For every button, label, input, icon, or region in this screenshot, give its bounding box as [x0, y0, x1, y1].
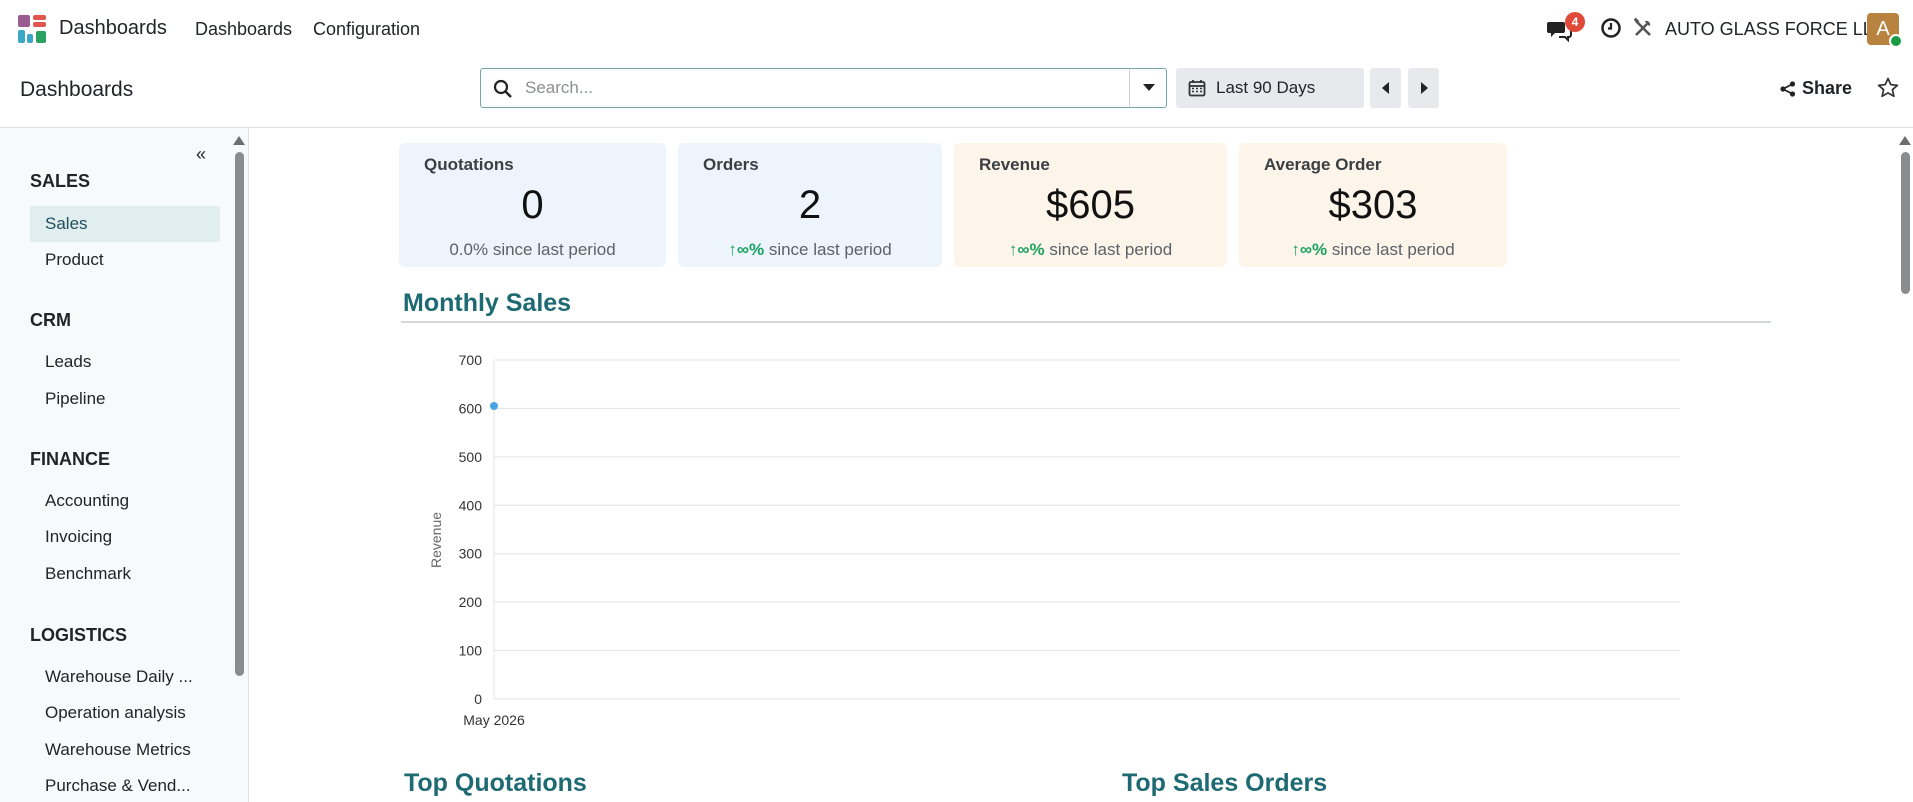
next-period-button[interactable]: [1408, 68, 1439, 108]
search-options-toggle[interactable]: [1129, 69, 1167, 107]
sidebar-item-invoicing[interactable]: Invoicing: [30, 519, 220, 555]
sidebar-item-benchmark[interactable]: Benchmark: [30, 556, 220, 592]
y-tick-label: 600: [459, 400, 483, 416]
date-filter-label: Last 90 Days: [1216, 78, 1316, 97]
y-axis-ticks: 0 100 200 300 400 500 600 700: [459, 352, 483, 707]
scrollbar-thumb[interactable]: [235, 152, 244, 676]
kpi-trend: 0.0%: [449, 240, 489, 259]
y-tick-label: 500: [459, 449, 483, 465]
y-tick-label: 0: [474, 691, 482, 707]
kpi-card-quotations[interactable]: Quotations 0 0.0% since last period: [399, 143, 666, 267]
kpi-value: 2: [798, 183, 822, 227]
x-tick-label: May 2026: [463, 712, 525, 728]
kpi-title: Average Order: [1264, 155, 1382, 174]
sidebar-item-warehouse-daily[interactable]: Warehouse Daily ...: [30, 659, 220, 695]
menu-configuration[interactable]: Configuration: [313, 19, 420, 40]
previous-period-button[interactable]: [1370, 68, 1401, 108]
scrollbar-thumb[interactable]: [1901, 152, 1910, 294]
search-icon: [493, 79, 512, 98]
y-tick-label: 100: [459, 643, 483, 659]
arrow-up-icon: ↑: [1291, 240, 1300, 259]
x-axis-ticks: May 2026: [463, 712, 525, 728]
chart-grid: [493, 359, 1680, 700]
y-tick-label: 200: [459, 594, 483, 610]
share-label: Share: [1802, 78, 1853, 98]
sidebar-item-pipeline[interactable]: Pipeline: [30, 381, 220, 417]
sidebar-item-operation-analysis[interactable]: Operation analysis: [30, 695, 220, 731]
arrow-up-icon: ↑: [728, 240, 737, 259]
favorite-star-icon[interactable]: [1876, 76, 1900, 100]
tools-icon[interactable]: [1632, 17, 1654, 39]
breadcrumb: Dashboards: [20, 78, 134, 101]
company-switcher[interactable]: AUTO GLASS FORCE LLC: [1665, 19, 1886, 40]
top-navbar: Dashboards Dashboards Configuration 4 AU…: [0, 0, 1913, 58]
kpi-card-orders[interactable]: Orders 2 ↑∞% since last period: [678, 143, 942, 267]
dashboard-content: Quotations 0 0.0% since last period Orde…: [250, 128, 1913, 802]
caret-right-icon: [1420, 82, 1428, 94]
sidebar: « SALES Sales Product CRM Leads Pipeline…: [0, 128, 249, 802]
sidebar-item-sales[interactable]: Sales: [30, 206, 220, 242]
sidebar-item-warehouse-metrics[interactable]: Warehouse Metrics: [30, 732, 220, 768]
control-panel: Dashboards Last 90 Days Share: [0, 58, 1913, 128]
kpi-title: Orders: [703, 155, 759, 174]
caret-down-icon: [1142, 84, 1155, 91]
chat-badge: 4: [1565, 12, 1585, 32]
clock-icon[interactable]: [1600, 17, 1622, 39]
sidebar-item-product[interactable]: Product: [30, 242, 220, 278]
kpi-trend: ∞%: [736, 240, 765, 259]
date-filter-button[interactable]: Last 90 Days: [1176, 68, 1364, 108]
search-input[interactable]: [525, 77, 1085, 99]
sidebar-section-logistics: LOGISTICS: [30, 625, 128, 645]
kpi-title: Revenue: [979, 155, 1050, 174]
kpi-value: $303: [1328, 183, 1418, 227]
section-divider: [401, 321, 1771, 323]
sidebar-item-accounting[interactable]: Accounting: [30, 483, 220, 519]
sidebar-item-purchase-vendor[interactable]: Purchase & Vend...: [30, 768, 220, 802]
kpi-sub-label: since last period: [492, 240, 616, 259]
scroll-up-arrow[interactable]: [233, 136, 245, 145]
kpi-trend: ∞%: [1299, 240, 1328, 259]
share-button[interactable]: Share: [1780, 78, 1852, 99]
kpi-sub-label: since last period: [768, 240, 892, 259]
y-tick-label: 400: [459, 497, 483, 513]
monthly-sales-chart: 0 100 200 300 400 500 600 700 May 2026 Revenue: [428, 352, 1680, 728]
sidebar-section-sales: SALES: [30, 171, 91, 191]
kpi-value: 0: [521, 183, 544, 227]
app-name[interactable]: Dashboards: [59, 17, 167, 40]
kpi-card-average-order[interactable]: Average Order $303 ↑∞% since last period: [1239, 143, 1507, 267]
y-tick-label: 700: [459, 352, 483, 368]
data-point[interactable]: [490, 402, 498, 411]
kpi-value: $605: [1046, 183, 1135, 227]
collapse-sidebar-icon[interactable]: «: [196, 144, 206, 165]
sidebar-section-crm: CRM: [30, 310, 71, 330]
search-bar[interactable]: [480, 68, 1167, 108]
y-tick-label: 300: [459, 546, 483, 562]
kpi-trend: ∞%: [1017, 240, 1045, 259]
kpi-sub-label: since last period: [1331, 240, 1455, 259]
monthly-sales-title: Monthly Sales: [403, 289, 572, 317]
kpi-title: Quotations: [424, 155, 514, 174]
sidebar-item-leads[interactable]: Leads: [30, 344, 220, 380]
scroll-up-arrow[interactable]: [1899, 136, 1911, 145]
menu-dashboards[interactable]: Dashboards: [195, 19, 292, 40]
share-icon: [1780, 80, 1796, 97]
kpi-sub-label: since last period: [1049, 240, 1173, 259]
top-sales-orders-title: Top Sales Orders: [1122, 769, 1328, 797]
kpi-card-revenue[interactable]: Revenue $605 ↑∞% since last period: [954, 143, 1227, 267]
sidebar-scrollbar[interactable]: [233, 136, 245, 802]
online-status-dot: [1889, 34, 1903, 48]
dashboards-app-icon[interactable]: [18, 15, 48, 43]
top-quotations-title: Top Quotations: [404, 769, 587, 797]
caret-left-icon: [1381, 82, 1389, 94]
sidebar-section-finance: FINANCE: [30, 449, 110, 469]
y-axis-label: Revenue: [428, 512, 444, 568]
series-points: [490, 402, 498, 411]
main-scrollbar[interactable]: [1899, 136, 1911, 802]
calendar-icon: [1188, 80, 1206, 97]
